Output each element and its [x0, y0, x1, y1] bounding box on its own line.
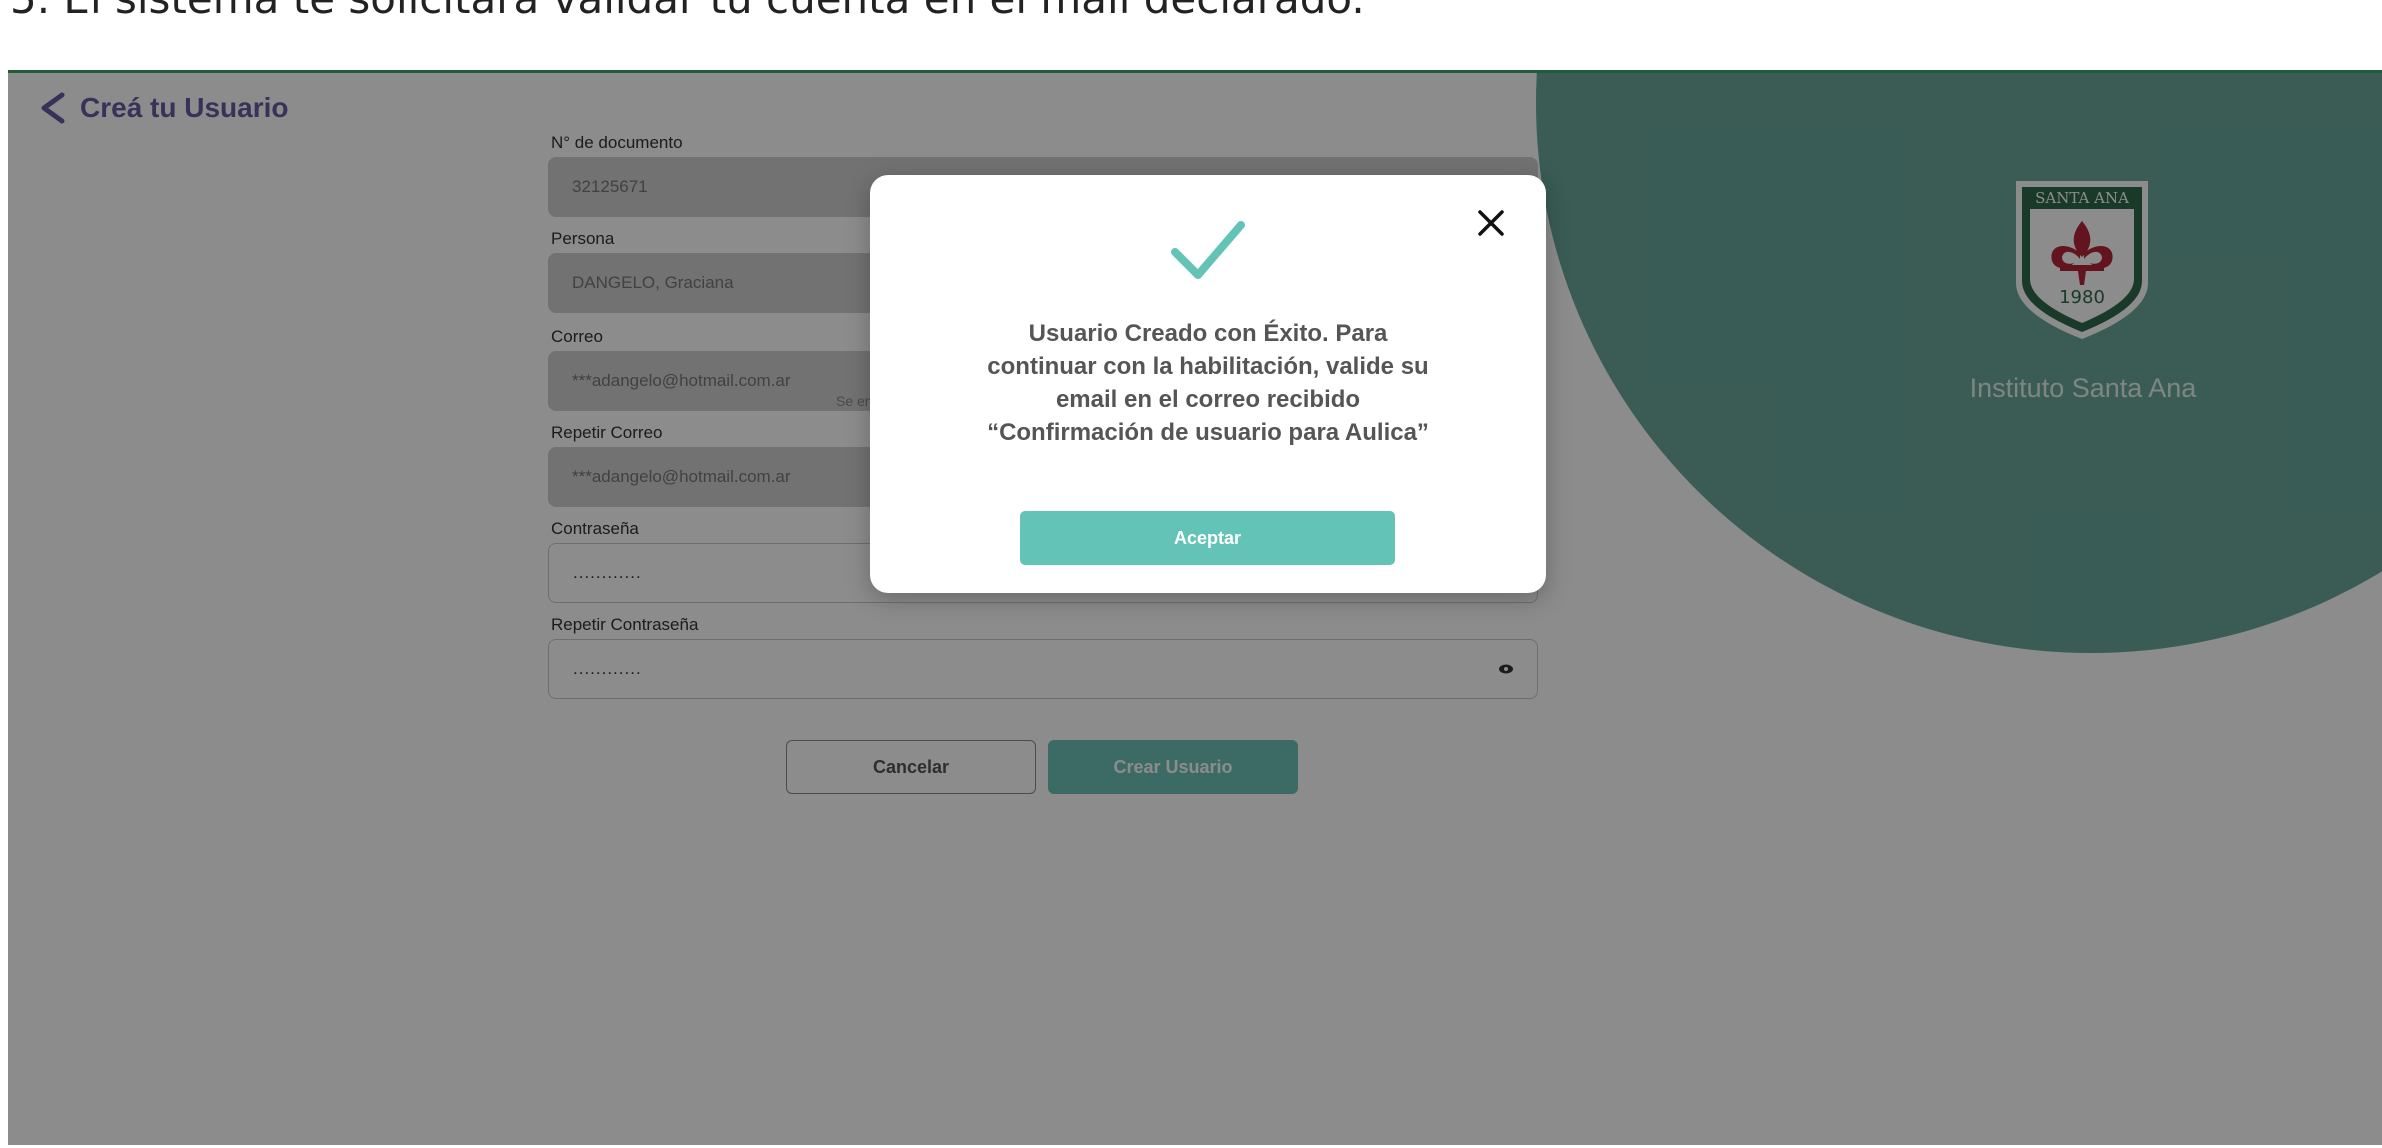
success-modal: Usuario Creado con Éxito. Para continuar…: [870, 175, 1546, 593]
instruction-text: 5. El sistema te solicitará validar tu c…: [10, 0, 1365, 34]
check-icon: [1171, 221, 1245, 279]
accept-button[interactable]: Aceptar: [1020, 511, 1395, 565]
success-message: Usuario Creado con Éxito. Para continuar…: [987, 320, 1429, 446]
close-icon[interactable]: [1476, 208, 1506, 238]
